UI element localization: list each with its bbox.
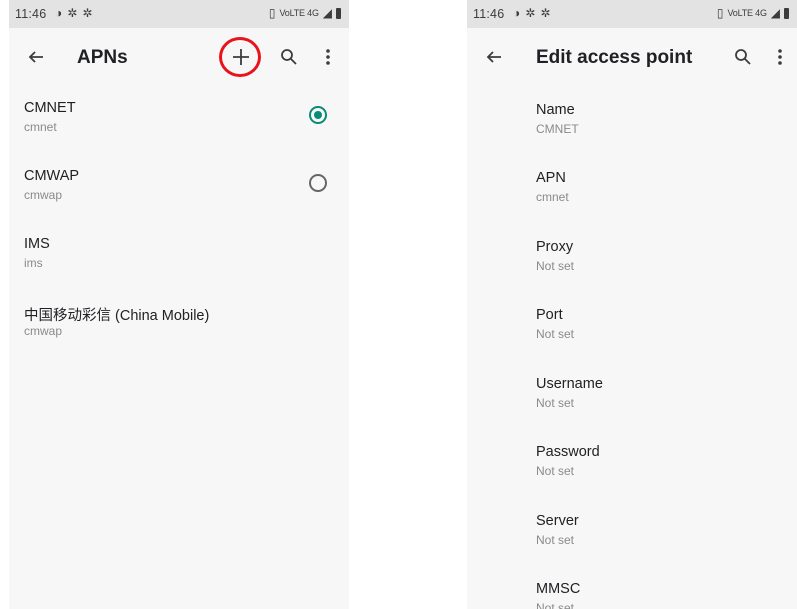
field-value: Not set	[536, 464, 575, 478]
search-icon	[281, 49, 297, 65]
vpn-icon: ◑	[513, 6, 521, 20]
field-proxy[interactable]: Proxy Not set	[536, 239, 776, 287]
settings-notification-icon: ✲	[67, 6, 78, 20]
field-password[interactable]: Password Not set	[536, 444, 776, 492]
settings-notification-icon: ✲	[540, 6, 551, 20]
apns-screen: 11:46 ◑ ✲ ✲ ▯ VoLTE 4G ◢ APNs CMNET cmne…	[9, 0, 349, 609]
field-value: Not set	[536, 533, 575, 547]
apn-name: IMS	[24, 236, 50, 252]
field-port[interactable]: Port Not set	[536, 307, 776, 355]
plus-icon	[233, 49, 249, 65]
page-title: Edit access point	[536, 47, 693, 68]
settings-notification-icon: ✲	[525, 6, 536, 20]
network-type-label: VoLTE 4G	[279, 8, 319, 18]
field-value: cmnet	[536, 190, 569, 204]
page-title: APNs	[77, 47, 128, 68]
app-bar: Edit access point	[467, 28, 797, 88]
more-vert-icon	[778, 49, 782, 65]
field-label: Password	[536, 444, 600, 460]
field-label: MMSC	[536, 581, 581, 597]
apn-name: 中国移动彩信 (China Mobile)	[24, 308, 210, 324]
field-value: CMNET	[536, 122, 579, 136]
signal-icon: ◢	[322, 6, 332, 20]
field-value: Not set	[536, 327, 575, 341]
search-button[interactable]	[276, 44, 302, 70]
signal-icon: ◢	[770, 6, 780, 20]
field-mmsc[interactable]: MMSC Not set	[536, 581, 776, 609]
apn-item-china-mobile[interactable]: 中国移动彩信 (China Mobile) cmwap	[24, 304, 349, 360]
apn-value: ims	[24, 256, 43, 270]
field-label: Server	[536, 513, 579, 529]
apn-value: cmwap	[24, 188, 63, 202]
field-server[interactable]: Server Not set	[536, 513, 776, 561]
apn-value: cmwap	[24, 324, 63, 338]
apn-name: CMNET	[24, 100, 76, 116]
field-label: Proxy	[536, 239, 574, 255]
notification-icons: ◑ ✲ ✲	[513, 6, 550, 20]
back-arrow-icon[interactable]	[481, 44, 507, 70]
more-vert-icon	[326, 49, 330, 65]
system-icons: ▯ VoLTE 4G ◢	[717, 6, 789, 20]
back-arrow-icon[interactable]	[23, 44, 49, 70]
network-type-label: VoLTE 4G	[727, 8, 767, 18]
system-icons: ▯ VoLTE 4G ◢	[269, 6, 341, 20]
status-bar: 11:46 ◑ ✲ ✲ ▯ VoLTE 4G ◢	[9, 0, 349, 28]
apn-item-ims[interactable]: IMS ims	[24, 236, 349, 292]
edit-access-point-screen: 11:46 ◑ ✲ ✲ ▯ VoLTE 4G ◢ Edit access poi…	[467, 0, 797, 609]
apn-value: cmnet	[24, 120, 57, 134]
field-label: Name	[536, 102, 575, 118]
field-value: Not set	[536, 396, 575, 410]
status-time: 11:46	[15, 7, 47, 21]
field-name[interactable]: Name CMNET	[536, 102, 776, 150]
field-username[interactable]: Username Not set	[536, 376, 776, 424]
vibrate-icon: ▯	[268, 6, 276, 20]
field-label: Username	[536, 376, 603, 392]
status-bar: 11:46 ◑ ✲ ✲ ▯ VoLTE 4G ◢	[467, 0, 797, 28]
field-label: APN	[536, 170, 566, 186]
apn-item-cmwap[interactable]: CMWAP cmwap	[24, 168, 349, 224]
vpn-icon: ◑	[55, 6, 63, 20]
battery-icon	[784, 7, 789, 19]
apn-radio-selected[interactable]	[309, 106, 327, 124]
search-icon	[735, 49, 751, 65]
search-button[interactable]	[730, 44, 756, 70]
settings-notification-icon: ✲	[82, 6, 93, 20]
apn-radio-unselected[interactable]	[309, 174, 327, 192]
field-value: Not set	[536, 601, 575, 609]
field-label: Port	[536, 307, 563, 323]
battery-icon	[336, 7, 341, 19]
field-apn[interactable]: APN cmnet	[536, 170, 776, 218]
status-time: 11:46	[473, 7, 505, 21]
apn-item-cmnet[interactable]: CMNET cmnet	[24, 100, 349, 156]
notification-icons: ◑ ✲ ✲	[55, 6, 92, 20]
apn-name: CMWAP	[24, 168, 80, 184]
add-apn-button[interactable]	[228, 44, 254, 70]
more-options-button[interactable]	[315, 44, 341, 70]
app-bar: APNs	[9, 28, 349, 88]
vibrate-icon: ▯	[716, 6, 724, 20]
more-options-button[interactable]	[767, 44, 793, 70]
field-value: Not set	[536, 259, 575, 273]
